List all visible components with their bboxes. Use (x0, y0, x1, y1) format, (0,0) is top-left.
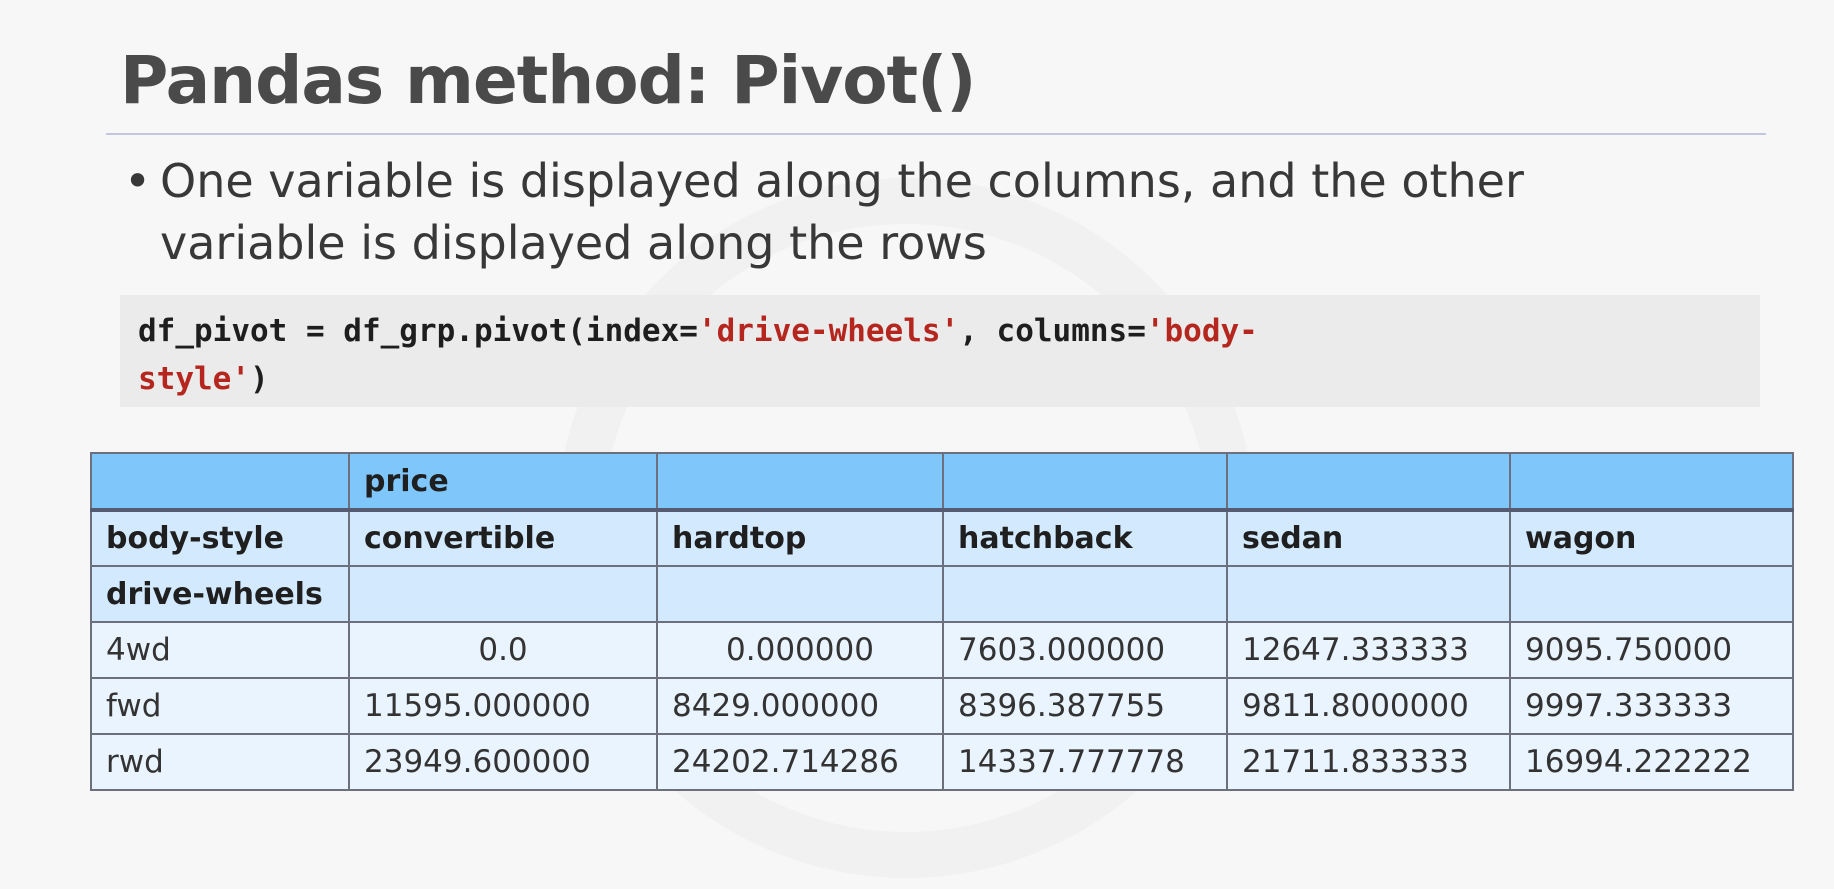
table-cell: 8396.387755 (942, 677, 1228, 735)
table-header-cell (1226, 565, 1511, 623)
table-cell: 9997.333333 (1509, 677, 1794, 735)
table-cell: 0.0 (348, 621, 658, 679)
table-cell: 11595.000000 (348, 677, 658, 735)
bullet-point: • One variable is displayed along the co… (124, 150, 1744, 274)
table-cell: 21711.833333 (1226, 733, 1511, 791)
table-cell (1509, 452, 1794, 512)
table-header-cell (348, 565, 658, 623)
table-row: 4wd 0.0 0.000000 7603.000000 12647.33333… (90, 621, 1794, 679)
code-string-columns-cont: style' (138, 361, 250, 397)
slide-title: Pandas method: Pivot() (120, 42, 976, 119)
code-block: df_pivot = df_grp.pivot(index='drive-whe… (120, 295, 1760, 407)
pivot-table: price body-style convertible hardtop hat… (90, 452, 1794, 791)
table-row: fwd 11595.000000 8429.000000 8396.387755… (90, 677, 1794, 735)
table-cell: rwd (90, 733, 350, 791)
table-cell (90, 452, 350, 512)
table-cell: 12647.333333 (1226, 621, 1511, 679)
table-cell: 9095.750000 (1509, 621, 1794, 679)
table-cell: 7603.000000 (942, 621, 1228, 679)
table-cell: 9811.8000000 (1226, 677, 1511, 735)
code-text: , columns= (959, 313, 1146, 349)
table-cell: 24202.714286 (656, 733, 944, 791)
code-string-columns: 'body- (1145, 313, 1258, 349)
bullet-line-2: variable is displayed along the rows (160, 216, 987, 270)
title-divider (106, 133, 1766, 135)
table-row: rwd 23949.600000 24202.714286 14337.7777… (90, 733, 1794, 791)
table-top-header-row: price (90, 452, 1794, 512)
table-cell (942, 452, 1228, 512)
table-cell (656, 452, 944, 512)
table-cell: 16994.222222 (1509, 733, 1794, 791)
table-header-row: body-style convertible hardtop hatchback… (90, 509, 1794, 567)
code-text: df_pivot = df_grp.pivot(index= (138, 313, 698, 349)
bullet-line-1: One variable is displayed along the colu… (160, 154, 1524, 208)
table-cell (1226, 452, 1511, 512)
table-cell: 23949.600000 (348, 733, 658, 791)
table-header-cell: hatchback (942, 509, 1228, 567)
bullet-dot: • (124, 154, 152, 208)
table-cell: fwd (90, 677, 350, 735)
table-header-cell: wagon (1509, 509, 1794, 567)
code-text: ) (249, 361, 269, 397)
code-string-index: 'drive-wheels' (697, 313, 960, 349)
table-header-cell: hardtop (656, 509, 944, 567)
table-header-cell: sedan (1226, 509, 1511, 567)
table-cell: 8429.000000 (656, 677, 944, 735)
table-header-cell (1509, 565, 1794, 623)
table-cell: 14337.777778 (942, 733, 1228, 791)
table-index-row: drive-wheels (90, 565, 1794, 623)
table-header-cell (656, 565, 944, 623)
table-cell: 0.000000 (656, 621, 944, 679)
table-header-cell: convertible (348, 509, 658, 567)
table-header-cell (942, 565, 1228, 623)
table-header-cell: drive-wheels (90, 565, 350, 623)
table-cell: price (348, 452, 658, 512)
bullet-text: One variable is displayed along the colu… (160, 150, 1524, 274)
table-cell: 4wd (90, 621, 350, 679)
table-header-cell: body-style (90, 509, 350, 567)
